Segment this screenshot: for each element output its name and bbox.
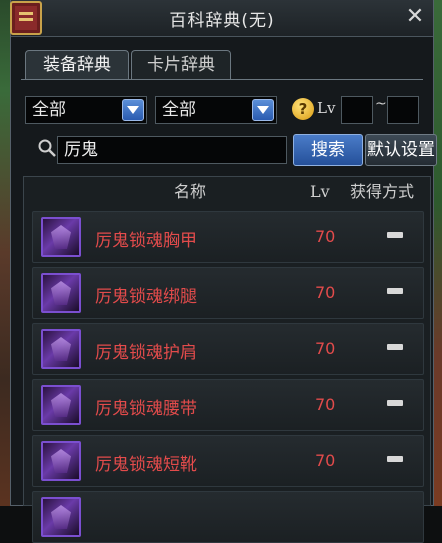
level-label: Lv — [317, 99, 336, 117]
column-header-lv: Lv — [310, 182, 330, 201]
list-item[interactable]: 厉鬼锁魂短靴 70 — [32, 435, 424, 487]
chevron-down-icon[interactable] — [122, 99, 144, 121]
column-header-acquire: 获得方式 — [350, 182, 415, 201]
tab-equipment-dictionary[interactable]: 装备辞典 — [25, 50, 129, 80]
list-item[interactable]: 厉鬼锁魂胸甲 70 — [32, 211, 424, 263]
acquire-dash — [387, 288, 403, 294]
category-select-value: 全部 — [32, 100, 66, 120]
item-name: 厉鬼锁魂绑腿 — [95, 287, 197, 307]
level-max-input[interactable] — [387, 96, 419, 124]
item-name: 厉鬼锁魂护肩 — [95, 343, 197, 363]
tab-card-dictionary[interactable]: 卡片辞典 — [131, 50, 231, 80]
shoulder-armor-icon — [41, 329, 81, 369]
chevron-down-icon[interactable] — [252, 99, 274, 121]
list-item[interactable]: 厉鬼锁魂护肩 70 — [32, 323, 424, 375]
help-icon[interactable]: ? — [292, 98, 314, 120]
title-bar[interactable]: 百科辞典(无) ✕ — [10, 0, 433, 37]
item-name: 厉鬼锁魂腰带 — [95, 399, 197, 419]
item-level: 70 — [315, 227, 336, 246]
acquire-dash — [387, 344, 403, 350]
reset-defaults-button[interactable]: 默认设置 — [365, 134, 437, 166]
item-list: 名称 Lv 获得方式 厉鬼锁魂胸甲 70 厉鬼锁魂绑腿 70 厉鬼锁魂护肩 70… — [23, 176, 431, 543]
belt-icon — [41, 385, 81, 425]
item-level: 70 — [315, 395, 336, 414]
subcategory-select[interactable]: 全部 — [155, 96, 277, 124]
acquire-dash — [387, 456, 403, 462]
item-name: 厉鬼锁魂短靴 — [95, 455, 197, 475]
search-icon — [38, 139, 56, 157]
category-select[interactable]: 全部 — [25, 96, 147, 124]
search-input[interactable]: 厉鬼 — [57, 136, 287, 164]
chest-armor-icon — [41, 217, 81, 257]
search-button[interactable]: 搜索 — [293, 134, 363, 166]
acquire-dash — [387, 232, 403, 238]
encyclopedia-window: 百科辞典(无) ✕ 装备辞典 卡片辞典 全部 全部 ? Lv ~ 厉鬼 搜索 默… — [10, 0, 437, 543]
list-item[interactable]: 厉鬼锁魂腰带 70 — [32, 379, 424, 431]
boots-icon — [41, 441, 81, 481]
item-level: 70 — [315, 339, 336, 358]
list-item[interactable] — [32, 491, 424, 543]
level-min-input[interactable] — [341, 96, 373, 124]
item-level: 70 — [315, 283, 336, 302]
subcategory-select-value: 全部 — [162, 100, 196, 120]
window-title: 百科辞典(无) — [169, 11, 275, 31]
acquire-dash — [387, 400, 403, 406]
column-header-name: 名称 — [174, 182, 207, 201]
tab-divider — [21, 79, 423, 80]
item-name: 厉鬼锁魂胸甲 — [95, 231, 197, 251]
item-level: 70 — [315, 451, 336, 470]
item-icon — [41, 497, 81, 537]
level-range-separator: ~ — [375, 96, 387, 112]
close-icon[interactable]: ✕ — [403, 6, 427, 30]
leg-armor-icon — [41, 273, 81, 313]
list-item[interactable]: 厉鬼锁魂绑腿 70 — [32, 267, 424, 319]
